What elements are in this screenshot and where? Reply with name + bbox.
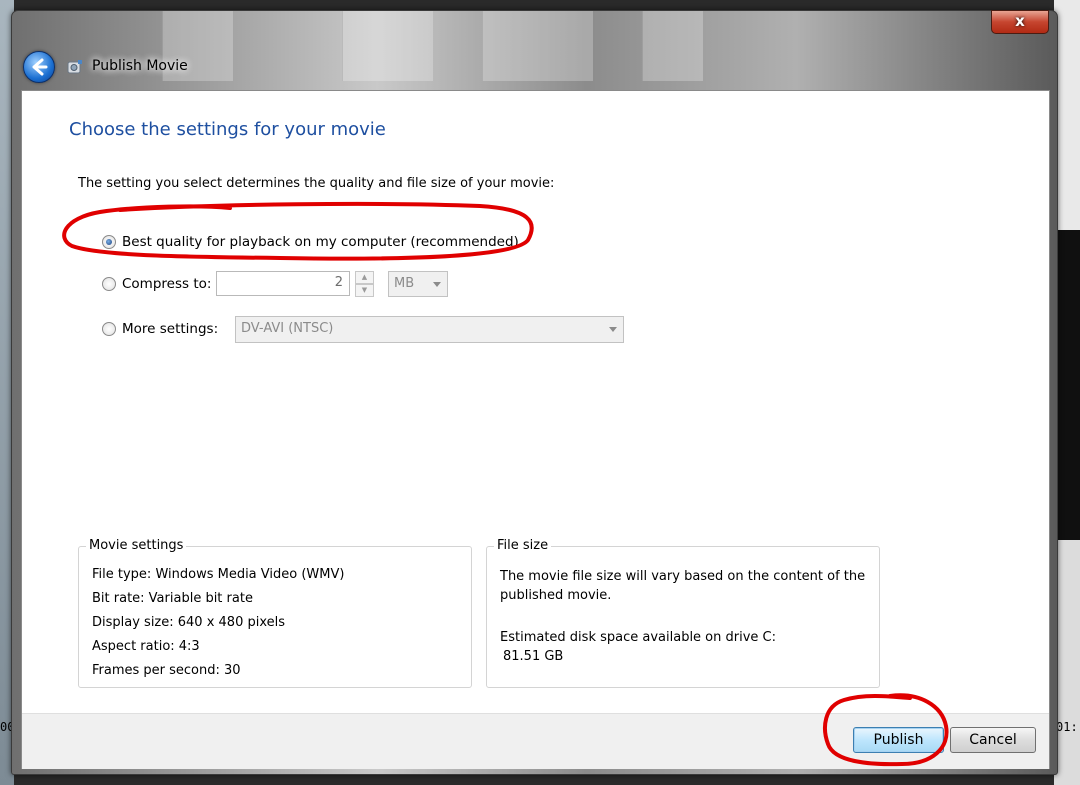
- movie-setting-file-type: File type: Windows Media Video (WMV): [92, 567, 345, 582]
- back-button[interactable]: [23, 51, 55, 83]
- option-more-settings[interactable]: More settings:: [102, 321, 218, 337]
- window-title: Publish Movie: [92, 58, 188, 74]
- close-button[interactable]: x: [991, 10, 1049, 34]
- best-quality-label: Best quality for playback on my computer…: [122, 234, 519, 250]
- page-title: Choose the settings for your movie: [69, 119, 386, 140]
- more-settings-label: More settings:: [122, 321, 219, 337]
- back-arrow-icon: [32, 58, 48, 76]
- movie-setting-bit-rate: Bit rate: Variable bit rate: [92, 591, 253, 606]
- dialog-footer: Publish Cancel: [22, 713, 1049, 769]
- disk-space-value: 81.51 GB: [503, 649, 564, 664]
- compress-size-input[interactable]: 2: [216, 271, 350, 296]
- file-size-group: File size The movie file size will vary …: [486, 538, 880, 688]
- title-bar[interactable]: x Publish Movie: [12, 10, 1057, 89]
- cancel-button[interactable]: Cancel: [950, 727, 1036, 753]
- more-settings-value: DV-AVI (NTSC): [241, 321, 334, 336]
- compress-unit-select[interactable]: MB: [388, 271, 448, 297]
- movie-setting-frame-rate: Frames per second: 30: [92, 663, 241, 678]
- file-size-description: The movie file size will vary based on t…: [500, 569, 866, 603]
- compress-size-spinner[interactable]: ▲ ▼: [355, 271, 374, 297]
- publish-button[interactable]: Publish: [853, 727, 944, 753]
- movie-settings-group: Movie settings File type: Windows Media …: [78, 538, 472, 688]
- option-best-quality[interactable]: Best quality for playback on my computer…: [102, 234, 519, 250]
- compress-unit-value: MB: [394, 276, 415, 291]
- best-quality-radio[interactable]: [102, 235, 116, 249]
- movie-setting-aspect-ratio: Aspect ratio: 4:3: [92, 639, 200, 654]
- close-icon: x: [1015, 12, 1025, 30]
- movie-setting-display-size: Display size: 640 x 480 pixels: [92, 615, 286, 630]
- movie-settings-legend: Movie settings: [86, 538, 187, 553]
- background-time-right: 01:: [1056, 720, 1078, 734]
- publish-movie-dialog: x Publish Movie Choose the settings for …: [11, 10, 1058, 775]
- spin-down-icon[interactable]: ▼: [355, 284, 374, 297]
- chevron-down-icon: [609, 327, 617, 332]
- instruction-text: The setting you select determines the qu…: [78, 176, 555, 191]
- dialog-content: Choose the settings for your movie The s…: [21, 90, 1050, 769]
- more-settings-radio[interactable]: [102, 322, 116, 336]
- file-size-legend: File size: [494, 538, 552, 553]
- compress-label: Compress to:: [122, 276, 212, 292]
- chevron-down-icon: [433, 282, 441, 287]
- spin-up-icon[interactable]: ▲: [355, 271, 374, 284]
- option-compress[interactable]: Compress to:: [102, 276, 211, 292]
- compress-radio[interactable]: [102, 277, 116, 291]
- more-settings-select[interactable]: DV-AVI (NTSC): [235, 316, 624, 343]
- movie-maker-icon: [67, 60, 82, 74]
- disk-space-label: Estimated disk space available on drive …: [500, 630, 776, 645]
